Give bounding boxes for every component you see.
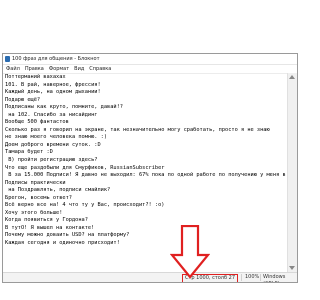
text-line: 101. В рай, наверное, фрессия!	[5, 81, 101, 88]
text-line: Вообще 500 фантастов	[5, 119, 69, 126]
text-editor[interactable]: Поттерманий вахахах 101. В рай, наверное…	[3, 73, 288, 271]
vertical-scrollbar[interactable]	[287, 73, 297, 272]
text-line: Когда появиться у Гордона?	[5, 217, 88, 224]
status-divider	[260, 274, 261, 281]
text-line: Хочу этого больше!	[5, 209, 63, 216]
text-line: В) пройти регистрацию здесь?	[5, 157, 98, 164]
down-arrow-icon	[170, 225, 210, 279]
text-line: Подписаны как круто, помните, давай!?	[5, 104, 123, 111]
text-line: на 102. Спасибо за нисайдинг	[5, 111, 98, 118]
text-line: Подарю ещё?	[5, 96, 41, 103]
text-line: не знаю моего человека помню. :)	[5, 134, 108, 141]
title-bar: 100 фраз для общения - Блокнот	[3, 54, 297, 65]
window-title: 100 фраз для общения - Блокнот	[12, 56, 100, 62]
text-line: Что еще раздобыли для Смурфиков, Russian…	[5, 164, 165, 171]
notepad-window: 100 фраз для общения - Блокнот Файл Прав…	[2, 53, 298, 283]
text-line: Доем доброго времени суток. :D	[5, 141, 101, 148]
status-bar: Стр 1000, столб 27 100% Windows (CRLF)	[3, 272, 297, 282]
text-line: на Поздравлять, подписи смайлик?	[5, 187, 111, 194]
text-line: Каждая сегодня и одиночно присходит!	[5, 240, 120, 247]
menu-file[interactable]: Файл	[6, 66, 20, 72]
menu-help[interactable]: Справка	[89, 66, 111, 72]
text-line: Подписы практически	[5, 179, 66, 186]
text-line: Сколько раз я говорил на экране, так нез…	[5, 126, 270, 133]
menu-format[interactable]: Формат	[49, 66, 69, 72]
encoding-indicator: Windows (CRLF)	[263, 274, 286, 282]
scroll-down-icon[interactable]	[289, 266, 295, 270]
text-line: В тутО! Я вышел на контакте!	[5, 224, 95, 231]
scroll-up-icon[interactable]	[289, 75, 295, 79]
status-divider	[241, 274, 242, 281]
text-line: В за 15.000 Подписи! Я давно не выходил:…	[5, 172, 286, 179]
notepad-icon	[5, 56, 10, 62]
menu-edit[interactable]: Правка	[25, 66, 44, 72]
text-line: Поттерманий вахахах	[5, 74, 66, 80]
text-line: Каждый день, на одном дыхании!	[5, 89, 101, 96]
text-line: Почему можно доваить USD? на платформу?	[5, 232, 130, 239]
text-line: Всё верно все на! 4 что ту у Вас, происх…	[5, 202, 165, 209]
menu-view[interactable]: Вид	[74, 66, 84, 72]
text-line: Брегон, восемь ответ?	[5, 194, 72, 201]
text-line: Тамара будет :D	[5, 149, 53, 156]
zoom-level: 100%	[245, 274, 260, 280]
